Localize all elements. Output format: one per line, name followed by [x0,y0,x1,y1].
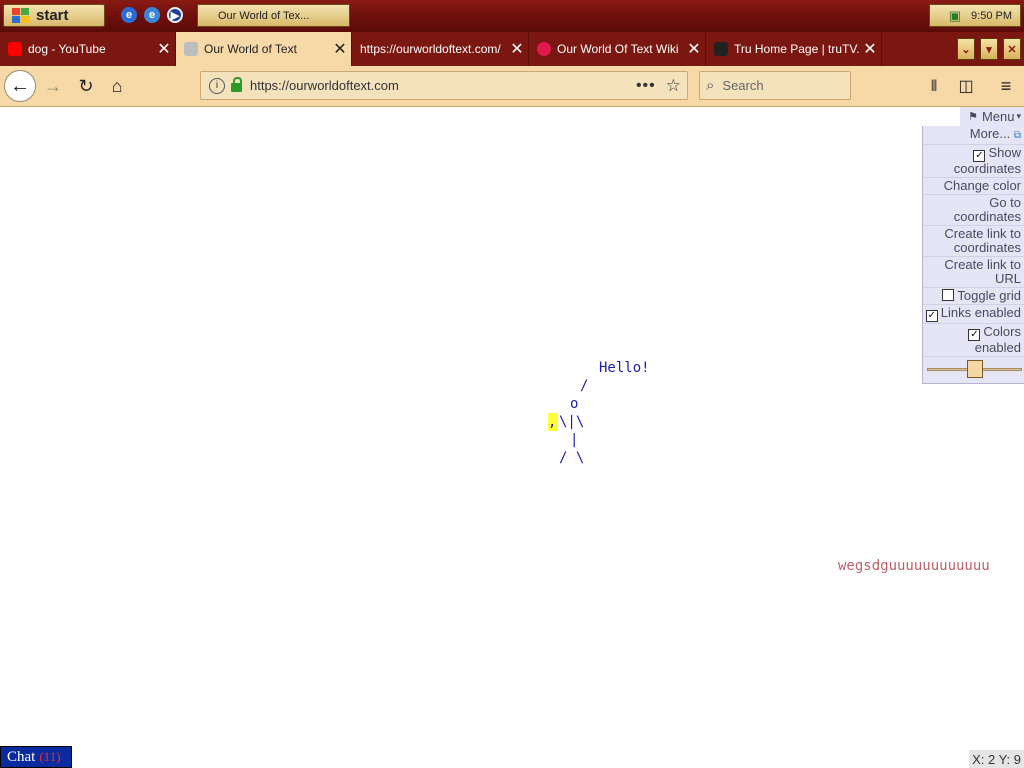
outlook-express-icon[interactable]: e [144,7,160,23]
bookmark-star-icon[interactable]: ☆ [666,76,681,96]
close-tab-icon[interactable]: ✕ [683,39,705,59]
tab-strip: dog - YouTube ✕ Our World of Text ✕ http… [0,32,1024,93]
flag-icon: ⚑ [968,111,978,123]
menu-item-label: Go to coordinates [953,195,1021,224]
taskbar-item-our-world-of-text[interactable]: Our World of Tex... [197,4,350,27]
youtube-favicon-icon [8,42,22,56]
menu-item-links-enabled[interactable]: ✓ Links enabled [923,304,1024,323]
search-placeholder: Search [722,78,764,93]
menu-item-label: Show coordinates [953,145,1021,176]
menu-item-label: Toggle grid [957,288,1021,303]
menu-item-label: Create link to URL [944,257,1021,286]
system-tray: ▣ 9:50 PM [929,4,1021,27]
tab-list-icon[interactable]: ⌄ [957,38,975,60]
coordinates-display: X: 2 Y: 9 [969,750,1024,768]
text-cursor-highlight: , [548,413,558,431]
owot-favicon-icon [184,42,198,56]
close-tab-icon[interactable]: ✕ [153,39,175,59]
media-player-icon[interactable]: ▶ [167,7,183,23]
taskbar: start e e ▶ Our World of Tex... ▣ 9:50 P… [0,0,1024,33]
minimize-icon[interactable]: ▾ [980,38,998,60]
sidebar-icon[interactable]: ◫ [954,74,978,98]
network-icon[interactable]: ▣ [949,8,961,24]
tab-our-world-of-text[interactable]: Our World of Text ✕ [176,32,352,66]
menu-item-create-link-url[interactable]: Create link to URL [923,256,1024,287]
hello-text: Hello! [599,360,650,376]
zoom-slider[interactable] [923,356,1024,383]
start-button[interactable]: start [3,4,105,27]
chevron-down-icon: ▾ [1016,111,1021,121]
page-actions-icon[interactable]: ••• [636,77,656,95]
menu-item-more[interactable]: More... ⧉ [923,126,1024,144]
menu-item-show-coordinates[interactable]: ✓ Show coordinates [923,144,1024,177]
home-icon: ⌂ [111,75,123,96]
menu-item-label: Change color [943,178,1021,193]
tab-dog-youtube[interactable]: dog - YouTube ✕ [0,32,176,66]
windows-logo-icon [12,7,30,24]
owot-canvas[interactable]: Hello! / o , \|\ | / \ wegsdguuuuuuuuuuu… [0,107,1024,768]
tab-label: https://ourworldoftext.com/ [360,42,501,56]
menu-item-colors-enabled[interactable]: ✓ Colors enabled [923,323,1024,356]
menu-toggle[interactable]: ⚑ Menu ▾ [960,107,1024,126]
tab-label: Tru Home Page | truTV.c [734,42,859,56]
chat-label: Chat [7,748,36,765]
menu-item-change-color[interactable]: Change color [923,177,1024,194]
reload-button[interactable]: ↻ [74,74,98,98]
fandom-favicon-icon [537,42,551,56]
close-tab-icon[interactable]: ✕ [859,39,881,59]
search-bar[interactable]: ⌕ Search [699,71,851,100]
address-bar[interactable]: i https://ourworldoftext.com ••• ☆ [200,71,688,100]
long-text-line: wegsdguuuuuuuuuuuu [838,558,990,574]
lock-icon[interactable] [231,77,242,92]
menu-item-label: Links enabled [940,305,1021,320]
clock[interactable]: 9:50 PM [971,10,1012,22]
chat-button[interactable]: Chat (11) [0,746,72,768]
internet-explorer-icon[interactable]: e [121,7,137,23]
slider-thumb[interactable] [967,360,983,378]
tab-label: Our World Of Text Wiki [557,42,679,56]
menu-item-label: More... [969,126,1011,141]
external-link-icon: ⧉ [1013,130,1021,141]
navigation-bar: ← → ↻ ⌂ i https://ourworldoftext.com •••… [0,66,1024,107]
forward-button[interactable]: → [41,74,65,98]
hamburger-menu-icon[interactable]: ≡ [994,74,1018,98]
menu-item-go-to-coordinates[interactable]: Go to coordinates [923,194,1024,225]
menu-label: Menu [981,109,1015,124]
tab-ourworldoftext-url[interactable]: https://ourworldoftext.com/ ✕ [352,32,529,66]
trutv-favicon-icon [714,42,728,56]
tab-owot-wiki[interactable]: Our World Of Text Wiki ✕ [529,32,706,66]
task-label: Our World of Tex... [218,9,310,22]
search-icon: ⌕ [706,77,715,94]
reload-icon: ↻ [78,75,94,96]
library-icon[interactable]: ⫴ [922,74,946,98]
close-window-icon[interactable]: ✕ [1003,38,1021,60]
close-tab-icon[interactable]: ✕ [329,39,351,59]
ascii-art-head: o [570,396,579,412]
menu-panel: More... ⧉ ✓ Show coordinates Change color… [922,126,1024,384]
arrow-left-icon: ← [10,74,30,97]
close-tab-icon[interactable]: ✕ [506,39,528,59]
arrow-right-icon: → [44,75,62,96]
menu-item-toggle-grid[interactable]: Toggle grid [923,287,1024,304]
home-button[interactable]: ⌂ [105,74,129,98]
ascii-art-legs: / \ [559,450,585,466]
start-label: start [36,7,69,24]
menu-item-label: Colors enabled [974,324,1021,355]
back-button[interactable]: ← [4,70,36,102]
url-text[interactable]: https://ourworldoftext.com [250,78,636,93]
ascii-art-torso: | [570,432,579,448]
tab-trutv[interactable]: Tru Home Page | truTV.c ✕ [706,32,882,66]
ascii-art-body: \|\ [559,414,585,430]
tab-label: Our World of Text [204,42,297,56]
chat-unread-count: (11) [39,749,61,764]
ascii-art-slash: / [580,378,589,394]
menu-item-label: Create link to coordinates [944,226,1021,255]
checkbox-unchecked[interactable] [942,289,955,301]
checkbox-checked[interactable]: ✓ [925,310,938,322]
menu-item-create-link-coordinates[interactable]: Create link to coordinates [923,225,1024,256]
info-icon[interactable]: i [209,77,225,94]
tab-label: dog - YouTube [28,42,106,56]
